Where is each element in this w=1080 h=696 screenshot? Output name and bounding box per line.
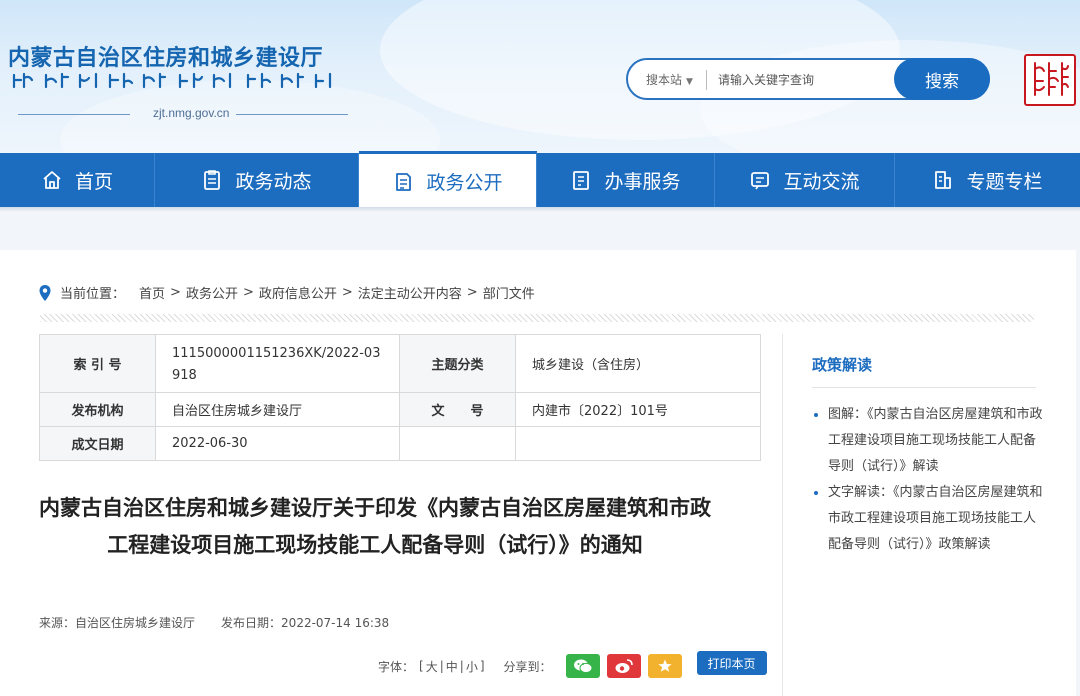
divider [812,387,1036,388]
content-panel: 当前位置： 首页 > 政务公开 > 政府信息公开 > 法定主动公开内容 > 部门… [0,250,1076,696]
sidebar-link-text-interpretation[interactable]: 文字解读：《内蒙古自治区房屋建筑和市政工程建设项目施工现场技能工人配备导则（试行… [812,480,1044,558]
pubdate-value: 2022-07-14 16:38 [281,616,390,630]
nav-item-news[interactable]: 政务动态 [155,153,359,207]
nav-item-label: 互动交流 [783,170,860,193]
meta-date-label: 成文日期 [39,426,156,461]
wechat-icon [573,659,593,674]
location-pin-icon [38,284,52,302]
article-title: 内蒙古自治区住房和城乡建设厅关于印发《内蒙古自治区房屋建筑和市政工程建设项目施工… [39,496,711,557]
bracket: ] [479,659,485,673]
breadcrumb: 当前位置： 首页 > 政务公开 > 政府信息公开 > 法定主动公开内容 > 部门… [38,283,535,302]
clipboard-icon [570,169,592,191]
hatch-divider [40,314,1034,322]
site-title[interactable]: 内蒙古自治区住房和城乡建设厅 [8,40,323,72]
file-list-icon [392,171,414,193]
breadcrumb-link-gov-info[interactable]: 政府信息公开 [259,283,337,302]
breadcrumb-link-dept-docs[interactable]: 部门文件 [483,283,535,302]
meta-docno-value: 内建市〔2022〕101号 [515,392,761,427]
home-icon [41,169,63,191]
table-row: 发布机构 自治区住房城乡建设厅 文 号 内建市〔2022〕101号 [39,392,761,427]
source-value: 自治区住房城乡建设厅 [75,616,196,630]
mongolian-script-logo-icon [12,72,332,89]
breadcrumb-separator: > [170,285,181,300]
nav-item-label: 首页 [74,170,113,193]
search-input[interactable] [718,68,888,92]
divider [706,70,707,90]
nav-item-label: 政务公开 [426,172,503,194]
nav-item-special[interactable]: 专题专栏 [895,153,1080,207]
pubdate-label: 发布日期： [221,616,282,630]
nav-item-label: 专题专栏 [966,170,1043,193]
meta-index-label: 索 引 号 [39,334,156,393]
nav-item-home[interactable]: 首页 [0,153,155,207]
font-size-medium-link[interactable]: 中 [446,658,458,675]
site-header: 内蒙古自治区住房和城乡建设厅 zjt.nmg.gov.cn 搜本站▼ 搜索 [0,0,1080,153]
search-button[interactable]: 搜索 [894,58,990,100]
meta-category-value: 城乡建设（含住房） [515,334,761,393]
site-domain-row: zjt.nmg.gov.cn [18,106,348,122]
share-weibo-button[interactable] [606,654,641,678]
print-button[interactable]: 打印本页 [696,651,767,675]
site-domain: zjt.nmg.gov.cn [153,106,230,120]
policy-sidebar: 政策解读 图解：《内蒙古自治区房屋建筑和市政工程建设项目施工现场技能工人配备导则… [812,354,1044,558]
breadcrumb-link-open-gov[interactable]: 政务公开 [186,283,238,302]
divider: | [459,659,464,673]
font-size-label: 字体： [378,659,415,674]
divider: | [439,659,444,673]
search-scope-select[interactable]: 搜本站 ▼ [646,71,693,88]
meta-empty-cell [515,426,761,461]
article-tools: 字体： [ 大 | 中 | 小 ] 分享到： 打印本页 [378,651,767,678]
main-nav: 首页 政务动态 政务公开 办事服务 互动交流 专题专栏 [0,151,1080,209]
star-icon [657,659,672,672]
nav-item-label: 办事服务 [604,170,681,193]
meta-publisher-label: 发布机构 [39,392,156,427]
share-wechat-button[interactable] [565,654,600,678]
chevron-down-icon: ▼ [686,77,693,87]
meta-docno-label: 文 号 [399,392,516,427]
nav-item-services[interactable]: 办事服务 [537,153,715,207]
column-divider [782,334,783,696]
bracket: [ [419,659,424,673]
search-box: 搜本站▼ 搜索 [626,58,990,100]
share-favorite-button[interactable] [647,654,682,678]
seal-glyph-icon [1034,62,1069,96]
nav-shadow [0,207,1080,212]
nav-item-interaction[interactable]: 互动交流 [715,153,895,207]
share-label: 分享到： [503,659,552,674]
breadcrumb-link-home[interactable]: 首页 [139,283,165,302]
breadcrumb-separator: > [466,285,478,300]
sidebar-list: 图解：《内蒙古自治区房屋建筑和市政工程建设项目施工现场技能工人配备导则（试行）》… [812,402,1044,558]
meta-index-value: 1115000001151236XK/2022-03918 [155,334,400,393]
document-icon [201,169,223,191]
meta-date-value: 2022-06-30 [155,426,400,461]
font-size-large-link[interactable]: 大 [426,658,438,675]
article-source-line: 来源：自治区住房城乡建设厅 发布日期：2022-07-14 16:38 [39,614,389,631]
chat-icon [749,169,771,191]
source-label: 来源： [39,616,76,630]
sidebar-title: 政策解读 [812,356,873,374]
search-scope-label: 搜本站 [646,73,683,87]
mongolian-script-seal-icon[interactable] [1024,54,1076,106]
breadcrumb-separator: > [341,285,353,300]
column-icon [932,169,954,191]
divider [18,114,130,115]
breadcrumb-link-statutory[interactable]: 法定主动公开内容 [358,283,462,302]
table-row: 索 引 号 1115000001151236XK/2022-03918 主题分类… [39,334,761,393]
meta-publisher-value: 自治区住房城乡建设厅 [155,392,400,427]
document-meta-table: 索 引 号 1115000001151236XK/2022-03918 主题分类… [39,334,761,461]
breadcrumb-lead: 当前位置： [60,287,126,302]
sidebar-link-infographic[interactable]: 图解：《内蒙古自治区房屋建筑和市政工程建设项目施工现场技能工人配备导则（试行）》… [812,402,1044,480]
breadcrumb-separator: > [242,285,254,300]
meta-category-label: 主题分类 [399,334,516,393]
nav-item-open-gov[interactable]: 政务公开 [359,151,537,209]
meta-empty-cell [399,426,516,461]
table-row: 成文日期 2022-06-30 [39,426,761,461]
nav-item-label: 政务动态 [235,170,312,193]
font-size-small-link[interactable]: 小 [466,658,478,675]
weibo-icon [615,659,633,673]
divider [236,114,348,115]
